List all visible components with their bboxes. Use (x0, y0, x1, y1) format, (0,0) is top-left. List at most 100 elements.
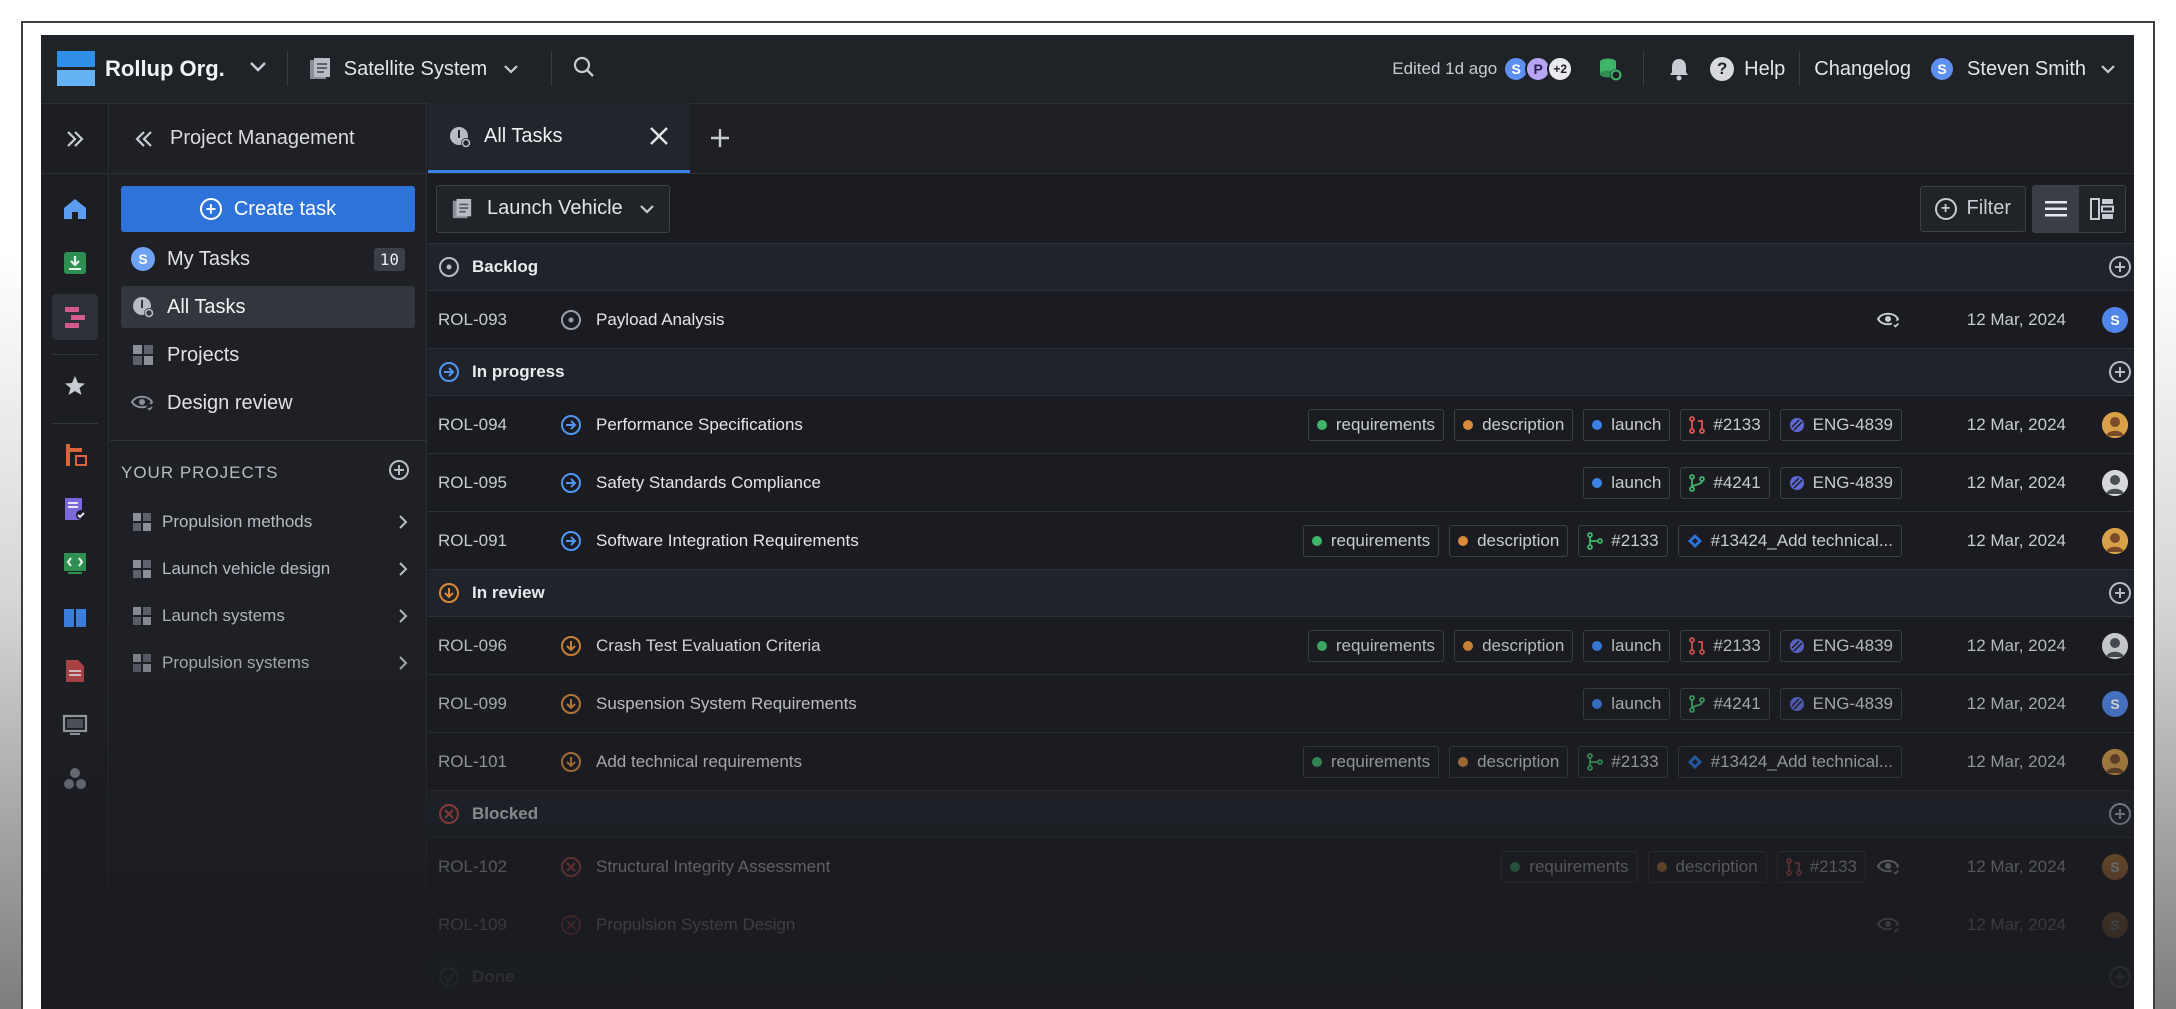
project-selector[interactable]: Launch Vehicle (436, 184, 670, 233)
user-menu[interactable]: S Steven Smith (1929, 56, 2116, 82)
add-task-icon[interactable] (2108, 581, 2132, 605)
new-tab-button[interactable] (690, 103, 750, 173)
org-name[interactable]: Rollup Org. (105, 56, 225, 82)
project-item[interactable]: Propulsion methods (110, 498, 426, 545)
filter-button[interactable]: + Filter (1919, 185, 2026, 232)
bell-icon[interactable] (1668, 57, 1690, 81)
sidebar-item-all-tasks[interactable]: All Tasks (121, 286, 415, 328)
label-tag[interactable]: description (1454, 408, 1574, 441)
label-tag[interactable]: launch (1583, 687, 1671, 720)
linear-issue-tag[interactable]: ENG-4839 (1779, 687, 1902, 720)
linear-issue-tag[interactable]: ENG-4839 (1779, 408, 1902, 441)
jira-issue-tag[interactable]: #13424_Add technical... (1677, 745, 1902, 778)
label-tag[interactable]: requirements (1307, 629, 1445, 662)
add-task-icon[interactable] (2108, 802, 2132, 826)
more-collaborators-badge[interactable]: +2 (1547, 56, 1574, 82)
assignee-avatar[interactable]: S (2102, 690, 2128, 717)
review-doc-icon[interactable] (52, 486, 98, 532)
linear-issue-tag[interactable]: ENG-4839 (1779, 629, 1902, 662)
design-review-icon (1876, 856, 1902, 878)
search-icon[interactable] (572, 55, 596, 84)
table-row[interactable]: ROL-101 Add technical requirements requi… (428, 733, 2134, 791)
create-task-button[interactable]: + Create task (121, 186, 415, 232)
file-icon[interactable] (52, 648, 98, 694)
label-tag[interactable]: requirements (1302, 745, 1440, 778)
system-selector[interactable]: Satellite System (308, 57, 531, 81)
requirements-icon[interactable] (52, 432, 98, 478)
board-view-button[interactable] (2079, 185, 2125, 232)
table-row[interactable]: ROL-102 Structural Integrity Assessment … (428, 838, 2134, 896)
assignee-avatar[interactable]: S (2102, 306, 2128, 333)
view-toggle (2032, 184, 2126, 233)
close-icon[interactable] (648, 125, 670, 153)
label-tag[interactable]: requirements (1307, 408, 1445, 441)
components-icon[interactable] (52, 756, 98, 802)
tasks-icon[interactable] (51, 294, 98, 340)
assignee-avatar[interactable]: S (2102, 853, 2128, 880)
star-icon[interactable] (52, 363, 98, 409)
expand-rail-button[interactable] (41, 104, 108, 174)
table-row[interactable]: ROL-093 Payload Analysis 12 Mar, 2024 S (428, 291, 2134, 349)
changelog-link[interactable]: Changelog (1814, 58, 1911, 81)
label-tag[interactable]: description (1647, 850, 1767, 883)
assignee-avatar[interactable]: S (2102, 911, 2128, 938)
sidebar-item-projects[interactable]: Projects (121, 334, 415, 376)
assignee-avatar[interactable] (2102, 632, 2128, 659)
assignee-avatar[interactable] (2102, 748, 2128, 775)
pull-request-tag[interactable]: #2133 (1776, 850, 1866, 883)
linear-icon (1789, 696, 1805, 712)
pull-request-tag[interactable]: #2133 (1680, 629, 1770, 662)
group-header-in-progress[interactable]: In progress (428, 349, 2134, 396)
assignee-avatar[interactable] (2102, 469, 2128, 496)
inbox-download-icon[interactable] (52, 240, 98, 286)
label-tag[interactable]: launch (1583, 629, 1671, 662)
project-item[interactable]: Launch systems (110, 592, 426, 639)
assignee-avatar[interactable] (2102, 411, 2128, 438)
label-tag[interactable]: requirements (1501, 850, 1638, 883)
assignee-avatar[interactable] (2102, 527, 2128, 554)
branch-tag[interactable]: #4241 (1680, 687, 1770, 720)
label-tag[interactable]: description (1449, 524, 1569, 557)
add-task-icon[interactable] (2108, 965, 2132, 989)
table-row[interactable]: ROL-094 Performance Specifications requi… (428, 396, 2134, 454)
label-tag[interactable]: requirements (1302, 524, 1440, 557)
label-tag[interactable]: description (1449, 745, 1569, 778)
label-tag[interactable]: launch (1583, 466, 1671, 499)
project-item[interactable]: Launch vehicle design (110, 545, 426, 592)
monitor-icon[interactable] (52, 702, 98, 748)
org-chevron-down-icon[interactable] (249, 60, 267, 78)
group-header-backlog[interactable]: Backlog (428, 244, 2134, 291)
branch-tag[interactable]: #4241 (1680, 466, 1770, 499)
code-icon[interactable] (52, 540, 98, 586)
jira-issue-tag[interactable]: #13424_Add technical... (1677, 524, 1902, 557)
table-row[interactable]: ROL-099 Suspension System Requirements l… (428, 675, 2134, 733)
project-item[interactable]: Propulsion systems (110, 639, 426, 686)
add-task-icon[interactable] (2108, 360, 2132, 384)
group-header-done[interactable]: Done (428, 954, 2134, 1001)
group-header-blocked[interactable]: Blocked (428, 791, 2134, 838)
table-row[interactable]: ROL-109 Propulsion System Design 12 Mar,… (428, 896, 2134, 954)
sidebar-item-my-tasks[interactable]: S My Tasks 10 (121, 238, 415, 280)
table-row[interactable]: ROL-096 Crash Test Evaluation Criteria r… (428, 617, 2134, 675)
label-tag[interactable]: launch (1583, 408, 1671, 441)
book-icon[interactable] (52, 594, 98, 640)
sidebar-item-design-review[interactable]: Design review (121, 382, 415, 424)
tab-all-tasks[interactable]: All Tasks (428, 103, 690, 173)
linear-issue-tag[interactable]: ENG-4839 (1779, 466, 1902, 499)
pull-request-tag[interactable]: #2133 (1680, 408, 1770, 441)
commit-tag[interactable]: #2133 (1578, 745, 1668, 778)
table-row[interactable]: ROL-095 Safety Standards Compliance laun… (428, 454, 2134, 512)
org-logo-icon[interactable] (57, 51, 95, 87)
label-tag[interactable]: description (1454, 629, 1574, 662)
collapse-sidebar-icon[interactable] (134, 130, 154, 148)
add-task-icon[interactable] (2108, 255, 2132, 279)
backlog-status-icon (438, 256, 460, 278)
list-view-button[interactable] (2033, 185, 2079, 232)
database-sync-icon[interactable] (1597, 56, 1623, 82)
help-button[interactable]: ? Help (1710, 57, 1785, 81)
home-icon[interactable] (52, 186, 98, 232)
add-project-icon[interactable] (388, 459, 410, 486)
table-row[interactable]: ROL-091 Software Integration Requirement… (428, 512, 2134, 570)
group-header-in-review[interactable]: In review (428, 570, 2134, 617)
commit-tag[interactable]: #2133 (1578, 524, 1668, 557)
